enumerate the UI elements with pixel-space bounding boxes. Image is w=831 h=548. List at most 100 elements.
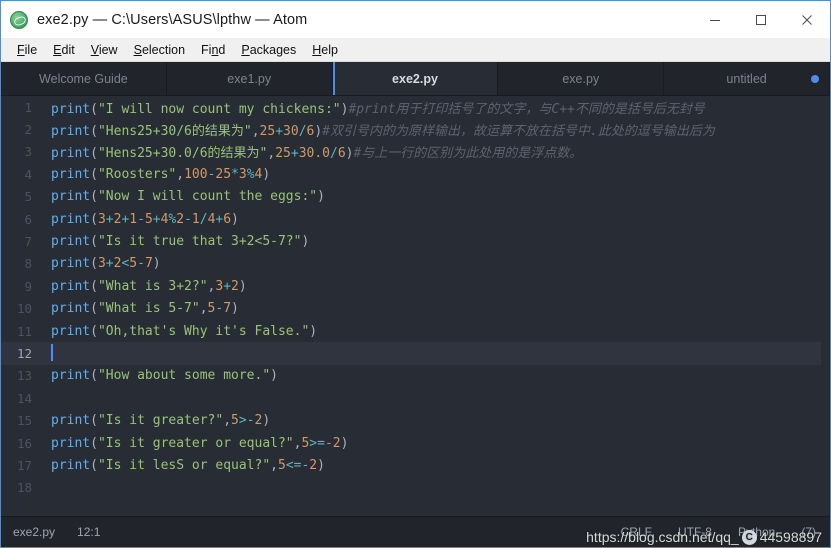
code-line[interactable]: 16 print("Is it greater or equal?",5>=-2) — [1, 432, 830, 454]
token-num: 7 — [223, 301, 232, 317]
code-line[interactable]: 6 print(3+2+1-5+4%2-1/4+6) — [1, 208, 830, 230]
token-pun: ( — [90, 124, 98, 140]
token-pun: ( — [90, 101, 98, 117]
token-op: > — [238, 413, 247, 429]
menu-item-file[interactable]: File — [9, 41, 45, 59]
line-number: 3 — [24, 144, 32, 160]
status-filename[interactable]: exe2.py — [13, 525, 55, 539]
code-line[interactable]: 13 print("How about some more.") — [1, 365, 830, 387]
code-line[interactable]: 10 print("What is 5-7",5-7) — [1, 298, 830, 320]
code-line[interactable]: 15 print("Is it greater?",5>-2) — [1, 409, 830, 431]
token-fn: print — [51, 457, 91, 473]
token-num: 7 — [144, 256, 153, 272]
line-content: print("How about some more.") — [41, 368, 278, 383]
token-num: 1 — [129, 211, 138, 227]
line-number: 10 — [16, 301, 32, 317]
token-num: 5 — [144, 211, 153, 227]
code-line[interactable]: 1 print("I will now count my chickens:")#… — [1, 96, 830, 118]
menu-item-selection[interactable]: Selection — [126, 41, 193, 59]
tab-welcome-guide[interactable]: Welcome Guide — [1, 62, 167, 95]
line-content: print("Is it greater or equal?",5>=-2) — [41, 436, 348, 451]
line-content: print("What is 5-7",5-7) — [41, 301, 239, 316]
status-encoding[interactable]: UTF-8 — [678, 525, 712, 539]
token-op: / — [330, 146, 338, 162]
line-content: print("Is it lesS or equal?",5<=-2) — [41, 458, 325, 473]
token-str: "I will now count my chickens:" — [97, 101, 341, 117]
code-line[interactable]: 9 print("What is 3+2?",3+2) — [1, 275, 830, 297]
menu-item-view[interactable]: View — [83, 41, 126, 59]
window-controls — [692, 1, 830, 38]
token-pun: ( — [90, 166, 98, 182]
token-pun: ( — [90, 457, 98, 473]
menu-item-edit[interactable]: Edit — [45, 41, 83, 59]
tab-exe2-py[interactable]: exe2.py — [332, 62, 499, 95]
tab-untitled[interactable]: untitled — [664, 62, 830, 95]
code-line[interactable]: 17 print("Is it lesS or equal?",5<=-2) — [1, 454, 830, 476]
status-line-ending[interactable]: CRLF — [621, 525, 652, 539]
code-line[interactable]: 3 print("Hens25+30.0/6的结果为",25+30.0/6)#与上… — [1, 141, 830, 163]
token-num: 3 — [97, 256, 106, 272]
token-str: "Roosters" — [97, 166, 177, 182]
token-op: * — [231, 166, 239, 182]
token-fn: print — [51, 101, 91, 117]
code-line[interactable]: 14 — [1, 387, 830, 409]
title-bar: exe2.py — C:\Users\ASUS\lpthw — Atom — [1, 1, 830, 38]
line-content: print("Hens25+30.0/6的结果为",25+30.0/6)#与上一… — [41, 142, 582, 161]
token-num: 3 — [238, 166, 247, 182]
status-right-group: CRLF UTF-8 Python (7) — [621, 525, 830, 539]
token-pun: , — [199, 301, 208, 317]
tab-exe1-py[interactable]: exe1.py — [167, 62, 333, 95]
menu-item-help[interactable]: Help — [304, 41, 346, 59]
line-number: 2 — [24, 122, 32, 138]
maximize-button[interactable] — [738, 1, 784, 38]
code-line[interactable]: 5 print("Now I will count the eggs:") — [1, 186, 830, 208]
token-pun: ( — [90, 413, 98, 429]
code-line[interactable]: 18 — [1, 477, 830, 499]
token-pun: ) — [301, 234, 310, 250]
line-content: print("Hens25+30/6的结果为",25+30/6)#双引号内的为原… — [41, 120, 715, 139]
line-number: 12 — [16, 345, 32, 361]
code-line[interactable]: 7 print("Is it true that 3+2<5-7?") — [1, 230, 830, 252]
line-number: 11 — [16, 323, 32, 339]
token-op: >= — [309, 435, 325, 451]
tab-label: Welcome Guide — [39, 71, 128, 86]
token-fn: print — [51, 189, 91, 205]
code-line[interactable]: 12 — [1, 342, 821, 365]
code-line[interactable]: 2 print("Hens25+30/6的结果为",25+30/6)#双引号内的为… — [1, 118, 830, 140]
tab-modified-dot-icon[interactable] — [810, 74, 819, 83]
token-str: "Is it greater?" — [97, 413, 224, 429]
menu-bar: File Edit View Selection Find Packages Help — [1, 38, 830, 62]
token-pun: ) — [314, 124, 323, 140]
line-number: 7 — [24, 234, 32, 250]
code-editor[interactable]: 1 print("I will now count my chickens:")#… — [1, 96, 830, 516]
status-issues-count[interactable]: (7) — [801, 525, 816, 539]
minimize-button[interactable] — [692, 1, 738, 38]
token-fn: print — [51, 435, 91, 451]
token-op: + — [290, 146, 299, 162]
token-num: 2 — [176, 211, 185, 227]
code-line[interactable]: 8 print(3+2<5-7) — [1, 253, 830, 275]
close-button[interactable] — [784, 1, 830, 38]
status-grammar[interactable]: Python — [738, 525, 775, 539]
token-pun: , — [270, 457, 278, 473]
token-str: "Hens25+30.0/6的结果为" — [97, 146, 268, 162]
menu-item-find[interactable]: Find — [193, 41, 233, 59]
token-pun: ) — [340, 435, 349, 451]
menu-item-packages[interactable]: Packages — [233, 41, 304, 59]
token-str: "How about some more." — [97, 368, 271, 384]
token-com: #print用于打印括号了的文字，与C++不同的是括号后无封号 — [348, 101, 705, 117]
code-line[interactable]: 4 print("Roosters",100-25*3%4) — [1, 163, 830, 185]
code-line[interactable]: 11 print("Oh,that's Why it's False.") — [1, 320, 830, 342]
tab-exe-py[interactable]: exe.py — [498, 62, 665, 95]
line-content: print("Oh,that's Why it's False.") — [41, 324, 317, 339]
token-com: #双引号内的为原样输出，故运算不放在括号中.此处的逗号输出后为 — [322, 124, 715, 140]
token-num: 1 — [191, 211, 200, 227]
status-cursor-position[interactable]: 12:1 — [77, 525, 100, 539]
line-number: 16 — [16, 435, 32, 451]
token-op: - — [137, 256, 145, 272]
line-number: 13 — [16, 368, 32, 384]
tab-label: exe.py — [562, 71, 600, 86]
token-num: 5 — [231, 413, 239, 429]
token-op: <= — [285, 457, 302, 473]
token-fn: print — [51, 146, 91, 162]
